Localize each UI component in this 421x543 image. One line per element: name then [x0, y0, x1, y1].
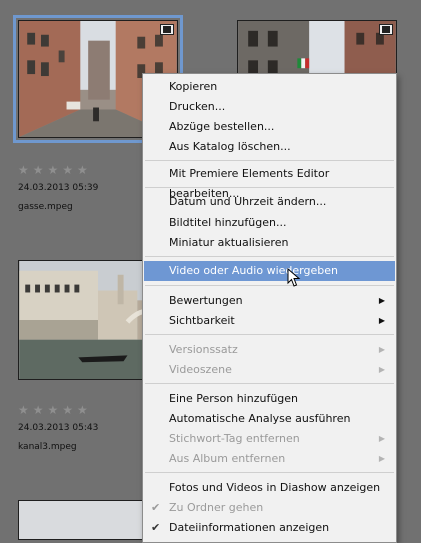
rating-stars[interactable]: ★★★★★ — [18, 163, 92, 177]
menu-separator — [145, 160, 394, 161]
menu-separator — [145, 472, 394, 473]
checkmark-icon: ✔ — [151, 521, 161, 534]
menu-item-label: Abzüge bestellen... — [169, 120, 275, 133]
menu-item-label: Bildtitel hinzufügen... — [169, 216, 287, 229]
menu-separator — [145, 187, 394, 188]
menu-separator — [145, 383, 394, 384]
menu-item-aus-katalog-loeschen[interactable]: Aus Katalog löschen... — [144, 137, 395, 157]
menu-item-drucken[interactable]: Drucken... — [144, 97, 395, 117]
file-name: gasse.mpeg — [18, 202, 73, 212]
video-badge-icon — [379, 24, 393, 35]
menu-item-datum-uhrzeit[interactable]: Datum und Uhrzeit ändern... — [144, 192, 395, 212]
menu-item-zu-ordner-gehen[interactable]: ✔ Zu Ordner gehen — [144, 498, 395, 518]
menu-item-label: Sichtbarkeit — [169, 314, 235, 327]
menu-item-label: Aus Katalog löschen... — [169, 140, 291, 153]
menu-item-videoszene[interactable]: Videoszene ▶ — [144, 360, 395, 380]
checkmark-icon: ✔ — [151, 501, 161, 514]
menu-item-label: Aus Album entfernen — [169, 452, 286, 465]
submenu-arrow-icon: ▶ — [378, 434, 385, 443]
submenu-arrow-icon: ▶ — [378, 296, 385, 305]
video-badge-icon — [160, 24, 174, 35]
file-name: kanal3.mpeg — [18, 442, 77, 452]
menu-item-label: Datum und Uhrzeit ändern... — [169, 195, 327, 208]
menu-item-label: Stichwort-Tag entfernen — [169, 432, 300, 445]
menu-item-premiere-editor[interactable]: Mit Premiere Elements Editor bearbeiten.… — [144, 164, 395, 200]
submenu-arrow-icon: ▶ — [378, 345, 385, 354]
menu-item-kopieren[interactable]: Kopieren — [144, 77, 395, 97]
menu-item-bildtitel[interactable]: Bildtitel hinzufügen... — [144, 213, 395, 233]
menu-item-automatische-analyse[interactable]: Automatische Analyse ausführen — [144, 409, 395, 429]
menu-item-label: Zu Ordner gehen — [169, 501, 264, 514]
menu-item-video-wiedergeben[interactable]: Video oder Audio wiedergeben — [144, 261, 395, 281]
menu-item-label: Fotos und Videos in Diashow anzeigen — [169, 481, 381, 494]
menu-item-label: Eine Person hinzufügen — [169, 392, 299, 405]
capture-date: 24.03.2013 05:43 — [18, 423, 99, 433]
menu-item-label: Dateiinformationen anzeigen — [169, 521, 330, 534]
menu-item-label: Automatische Analyse ausführen — [169, 412, 351, 425]
menu-item-versionssatz[interactable]: Versionssatz ▶ — [144, 340, 395, 360]
menu-separator — [145, 256, 394, 257]
menu-item-label: Kopieren — [169, 80, 218, 93]
menu-item-diashow[interactable]: Fotos und Videos in Diashow anzeigen — [144, 478, 395, 498]
menu-item-label: Bewertungen — [169, 294, 243, 307]
menu-item-label: Video oder Audio wiedergeben — [169, 264, 338, 277]
submenu-arrow-icon: ▶ — [378, 454, 385, 463]
menu-separator — [145, 285, 394, 286]
menu-separator — [145, 334, 394, 335]
menu-item-sichtbarkeit[interactable]: Sichtbarkeit ▶ — [144, 311, 395, 331]
menu-item-label: Miniatur aktualisieren — [169, 236, 289, 249]
capture-date: 24.03.2013 05:39 — [18, 183, 99, 193]
submenu-arrow-icon: ▶ — [378, 316, 385, 325]
menu-item-miniatur[interactable]: Miniatur aktualisieren — [144, 233, 395, 253]
menu-item-stichwort-entfernen[interactable]: Stichwort-Tag entfernen ▶ — [144, 429, 395, 449]
rating-stars[interactable]: ★★★★★ — [18, 403, 92, 417]
menu-item-bewertungen[interactable]: Bewertungen ▶ — [144, 291, 395, 311]
menu-item-label: Drucken... — [169, 100, 226, 113]
menu-item-dateiinformationen[interactable]: ✔ Dateiinformationen anzeigen — [144, 518, 395, 538]
submenu-arrow-icon: ▶ — [378, 365, 385, 374]
menu-item-label: Versionssatz — [169, 343, 238, 356]
menu-item-abzuege-bestellen[interactable]: Abzüge bestellen... — [144, 117, 395, 137]
menu-item-person-hinzufuegen[interactable]: Eine Person hinzufügen — [144, 389, 395, 409]
context-menu: Kopieren Drucken... Abzüge bestellen... … — [142, 73, 397, 543]
mouse-cursor-icon — [287, 268, 301, 287]
menu-item-aus-album-entfernen[interactable]: Aus Album entfernen ▶ — [144, 449, 395, 469]
menu-item-label: Videoszene — [169, 363, 232, 376]
